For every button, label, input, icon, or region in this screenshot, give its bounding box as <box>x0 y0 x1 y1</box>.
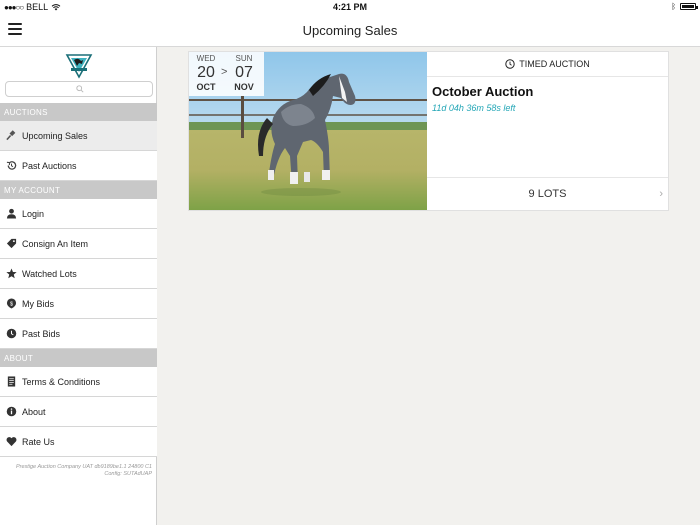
date-separator: > <box>221 66 228 78</box>
sidebar-item-label: Rate Us <box>22 436 55 447</box>
sidebar-item-label: Login <box>22 208 45 219</box>
clock-icon <box>5 328 17 340</box>
section-auctions: AUCTIONS <box>0 103 157 121</box>
end-day: 07 <box>235 64 253 81</box>
bid-icon: $ <box>5 298 17 310</box>
clock-time: 4:21 PM <box>332 2 367 12</box>
version-line: Prestige Auction Company UAT db9189be1.1… <box>15 464 152 470</box>
heart-icon <box>5 436 17 448</box>
gavel-icon <box>5 130 17 142</box>
nav-bar: Upcoming Sales <box>0 14 700 47</box>
sidebar-item-login[interactable]: Login <box>0 199 157 229</box>
document-icon <box>5 376 17 388</box>
sidebar-item-consign[interactable]: Consign An Item <box>0 229 157 259</box>
sidebar-item-label: Upcoming Sales <box>22 130 88 141</box>
version-note: Prestige Auction Company UAT db9189be1.1… <box>2 464 152 478</box>
info-icon <box>5 406 17 418</box>
lots-button[interactable]: 9 LOTS › <box>427 177 668 210</box>
chevron-right-icon: › <box>659 188 663 200</box>
sidebar-item-past-bids[interactable]: Past Bids <box>0 319 157 349</box>
sidebar-item-label: About <box>22 406 46 417</box>
config-line: Config: SUTAdUAP <box>104 471 152 477</box>
star-icon <box>5 268 17 280</box>
sidebar-item-my-bids[interactable]: $ My Bids <box>0 289 157 319</box>
bluetooth-icon: ᛒ <box>671 2 676 11</box>
clock-icon <box>505 59 515 69</box>
end-dow: SUN <box>235 54 253 63</box>
auction-name[interactable]: October Auction <box>432 84 533 99</box>
sale-photo: WED 20 OCT > SUN 07 NOV <box>189 52 427 210</box>
history-icon <box>5 160 17 172</box>
user-icon <box>5 208 17 220</box>
sidebar-item-label: Terms & Conditions <box>22 376 101 387</box>
tag-icon <box>5 238 17 250</box>
sidebar-item-about[interactable]: About <box>0 397 157 427</box>
sidebar-item-label: Consign An Item <box>22 238 89 249</box>
end-month: NOV <box>234 82 254 92</box>
sidebar-item-past-auctions[interactable]: Past Auctions <box>0 151 157 181</box>
sidebar: AUCTIONS Upcoming Sales Past Auctions MY… <box>0 47 157 525</box>
start-month: OCT <box>196 82 216 92</box>
sale-info: TIMED AUCTION October Auction 11d 04h 36… <box>427 52 668 210</box>
countdown-timer: 11d 04h 36m 58s left <box>432 103 516 113</box>
auction-type-label: TIMED AUCTION <box>519 59 590 69</box>
sidebar-item-label: Watched Lots <box>22 268 77 279</box>
sidebar-item-label: Past Auctions <box>22 160 77 171</box>
sidebar-item-terms[interactable]: Terms & Conditions <box>0 367 157 397</box>
search-icon <box>76 85 84 93</box>
brand-logo <box>65 54 93 79</box>
section-about: ABOUT <box>0 349 157 367</box>
sidebar-item-label: My Bids <box>22 298 55 309</box>
start-dow: WED <box>196 54 216 63</box>
status-bar: ●●●○○ BELL 4:21 PM ᛒ <box>0 0 700 14</box>
start-day: 20 <box>197 64 215 81</box>
sale-card[interactable]: WED 20 OCT > SUN 07 NOV TIMED AUCTION Oc… <box>188 51 669 211</box>
section-my-account: MY ACCOUNT <box>0 181 157 199</box>
lots-count: 9 LOTS <box>528 188 567 200</box>
sidebar-item-rate-us[interactable]: Rate Us <box>0 427 157 457</box>
search-input[interactable] <box>5 81 153 97</box>
page-title: Upcoming Sales <box>302 23 398 38</box>
sidebar-item-watched-lots[interactable]: Watched Lots <box>0 259 157 289</box>
date-range: WED 20 OCT > SUN 07 NOV <box>189 52 264 96</box>
svg-text:$: $ <box>9 301 12 307</box>
auction-type: TIMED AUCTION <box>427 52 668 77</box>
sidebar-item-upcoming-sales[interactable]: Upcoming Sales <box>0 121 157 151</box>
battery-icon <box>680 3 698 10</box>
sidebar-item-label: Past Bids <box>22 328 61 339</box>
